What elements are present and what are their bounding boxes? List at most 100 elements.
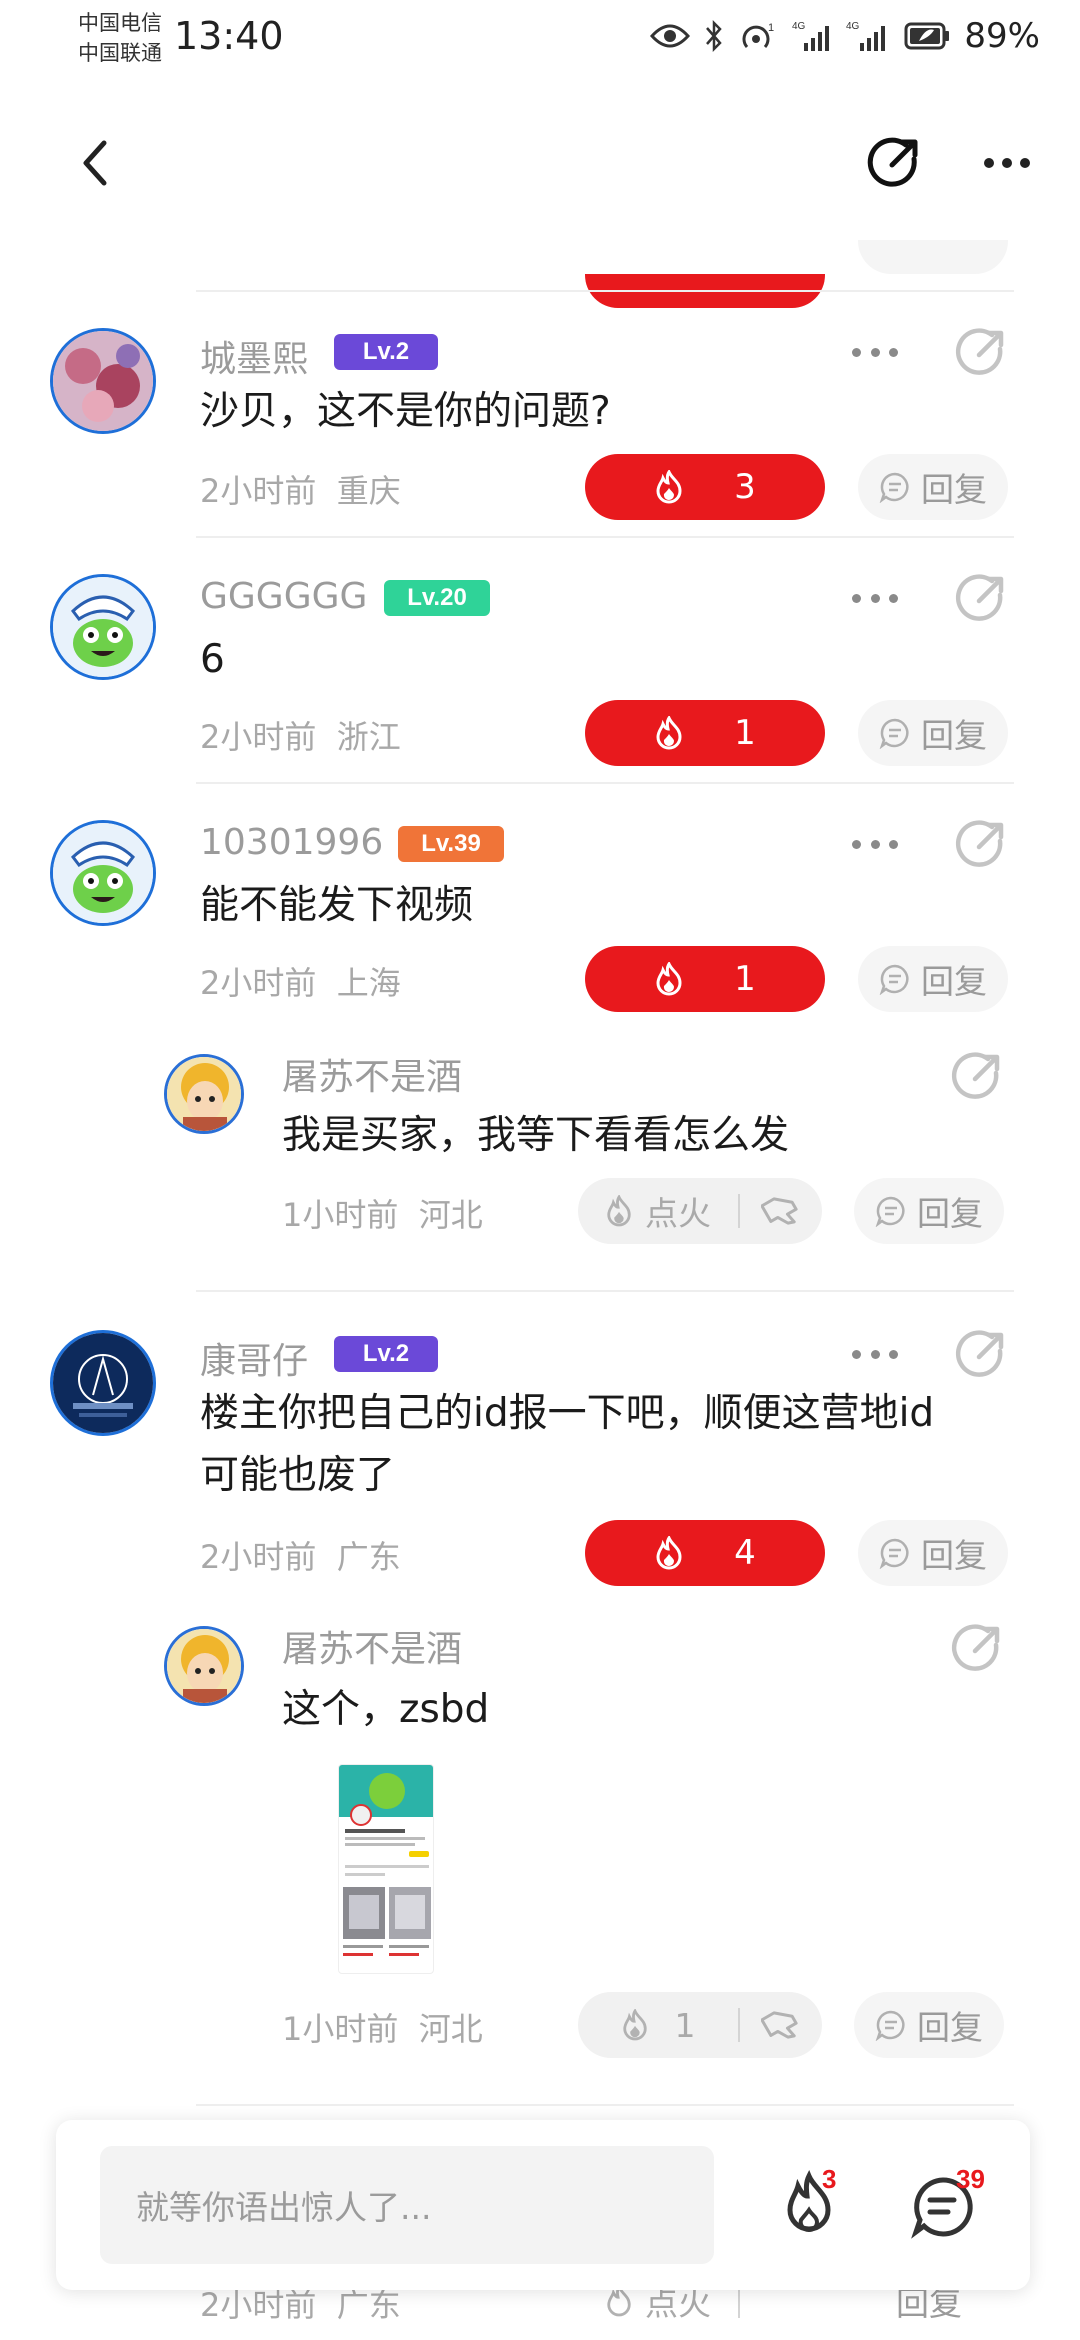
fire-count: 4 [734, 1533, 756, 1573]
comment-count-badge: 39 [956, 2164, 985, 2194]
level-badge: Lv.20 [384, 580, 490, 616]
comment-input[interactable]: 就等你语出惊人了... [100, 2146, 714, 2264]
comment-text: 沙贝，这不是你的问题? [200, 389, 611, 434]
reply-bubble-icon [879, 718, 909, 749]
fire-icon [607, 1195, 631, 1227]
fire-icon [656, 470, 682, 504]
avatar[interactable] [50, 328, 156, 434]
divider [196, 1290, 1014, 1292]
reply-button[interactable]: 回复 [858, 700, 1008, 766]
fire-button[interactable]: 1 [585, 946, 825, 1012]
share-icon[interactable] [954, 1328, 1008, 1382]
share-icon[interactable] [954, 572, 1008, 626]
level-badge: Lv.2 [334, 1336, 438, 1372]
more-dots-icon[interactable] [852, 592, 898, 604]
divider [196, 2104, 1014, 2106]
avatar[interactable] [164, 1054, 244, 1134]
thumbs-down-icon [761, 1197, 798, 1225]
more-dots-icon[interactable] [852, 1348, 898, 1360]
thumbs-down-icon [761, 2011, 798, 2039]
reply-button[interactable]: 回复 [858, 454, 1008, 520]
divider [196, 536, 1014, 538]
reply-text: 这个，zsbd [282, 1687, 490, 1732]
username[interactable]: 城墨熙 [200, 330, 308, 382]
comment-text-line-1: 楼主你把自己的id报一下吧，顺便这营地id [200, 1391, 935, 1436]
fire-dislike-control: 1 [578, 1992, 822, 2058]
avatar[interactable] [50, 820, 156, 926]
reply-bubble-icon [879, 964, 909, 995]
avatar[interactable] [164, 1626, 244, 1706]
avatar[interactable] [50, 1330, 156, 1436]
reply-label: 回复 [921, 1536, 987, 1575]
reply-label: 回复 [921, 962, 987, 1001]
comment-text-line-2: 可能也废了 [200, 1453, 396, 1498]
username[interactable]: 屠苏不是酒 [282, 1048, 462, 1100]
comment-location: 上海 [336, 964, 401, 1002]
comment-list: 城墨熙 Lv.2 沙贝，这不是你的问题? 2小时前 重庆 3 回复 GGGGGG… [0, 0, 1080, 2340]
share-icon[interactable] [950, 1622, 1004, 1676]
share-icon[interactable] [950, 1050, 1004, 1104]
reply-label: 回复 [917, 1194, 983, 1233]
reply-bubble-icon [875, 2010, 905, 2041]
comment-location: 广东 [336, 2286, 401, 2324]
fire-button[interactable]: 1 [578, 2006, 738, 2045]
fire-button[interactable]: 4 [585, 1520, 825, 1586]
comment-text: 能不能发下视频 [200, 883, 474, 928]
comment-meta: 2小时前 广东 [200, 1532, 401, 1578]
fire-count: 1 [734, 713, 756, 753]
reply-bubble-icon [875, 1196, 905, 1227]
username[interactable]: 康哥仔 [200, 1332, 308, 1384]
reply-label: 回复 [917, 2008, 983, 2047]
reply-image-thumbnail[interactable] [338, 1764, 434, 1974]
fire-button-partial[interactable] [585, 274, 825, 308]
dislike-button[interactable] [740, 1191, 822, 1231]
comment-meta: 2小时前 浙江 [200, 712, 401, 758]
fire-count: 3 [734, 467, 756, 507]
more-dots-icon[interactable] [852, 346, 898, 358]
reply-button-partial[interactable] [858, 240, 1008, 274]
comment-time: 2小时前 [200, 964, 317, 1002]
avatar[interactable] [50, 574, 156, 680]
reply-label: 回复 [921, 716, 987, 755]
reply-time: 1小时前 [282, 1196, 399, 1234]
comment-meta: 2小时前 上海 [200, 958, 401, 1004]
fire-count: 1 [674, 2005, 696, 2045]
reply-location: 河北 [418, 2010, 483, 2048]
share-icon[interactable] [954, 818, 1008, 872]
comment-time: 2小时前 [200, 718, 317, 756]
fire-icon [656, 1536, 682, 1570]
fire-button[interactable]: 1 [585, 700, 825, 766]
reply-location: 河北 [418, 1196, 483, 1234]
username[interactable]: GGGGGG [200, 576, 367, 617]
fire-count: 1 [734, 959, 756, 999]
reply-button[interactable]: 回复 [854, 1992, 1004, 2058]
username[interactable]: 屠苏不是酒 [282, 1620, 462, 1672]
fire-label: 点火 [645, 1194, 711, 1233]
more-dots-icon[interactable] [852, 838, 898, 850]
fire-button[interactable]: 点火 [578, 1187, 738, 1235]
dislike-button[interactable] [740, 2005, 822, 2045]
reply-button[interactable]: 回复 [858, 1520, 1008, 1586]
reply-bubble-icon [879, 1538, 909, 1569]
comment-meta: 2小时前 重庆 [200, 466, 401, 512]
username[interactable]: 10301996 [200, 822, 383, 863]
comment-text: 6 [200, 637, 225, 682]
reply-meta: 1小时前 河北 [282, 2004, 483, 2050]
reply-text: 我是买家，我等下看看怎么发 [282, 1113, 790, 1158]
fire-icon [656, 962, 682, 996]
comment-time: 2小时前 [200, 2286, 317, 2324]
divider [196, 290, 1014, 292]
reply-button[interactable]: 回复 [858, 946, 1008, 1012]
share-icon[interactable] [954, 326, 1008, 380]
fire-count-badge: 3 [822, 2164, 837, 2194]
reply-meta: 1小时前 河北 [282, 1190, 483, 1236]
comment-location: 重庆 [336, 472, 401, 510]
reply-button[interactable]: 回复 [854, 1178, 1004, 1244]
comment-time: 2小时前 [200, 1538, 317, 1576]
reply-time: 1小时前 [282, 2010, 399, 2048]
bottom-comment-bar: 就等你语出惊人了... 3 39 [56, 2120, 1030, 2290]
comment-location: 浙江 [336, 718, 401, 756]
level-badge: Lv.39 [398, 826, 504, 862]
fire-dislike-control: 点火 [578, 1178, 822, 1244]
fire-button[interactable]: 3 [585, 454, 825, 520]
